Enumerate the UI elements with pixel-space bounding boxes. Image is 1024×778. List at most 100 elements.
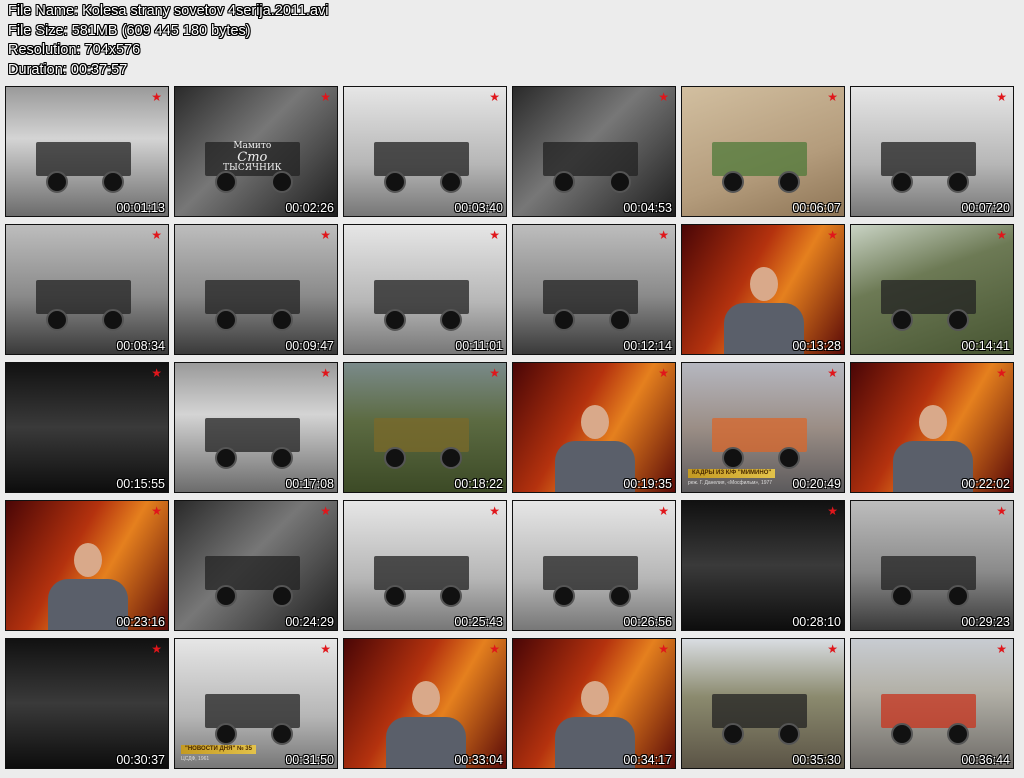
channel-star-icon: ★	[827, 228, 838, 242]
video-thumbnail[interactable]: ★ 00:04:53	[512, 86, 676, 217]
thumbnail-frame	[6, 501, 168, 630]
video-thumbnail[interactable]: ★ 00:22:02	[850, 362, 1014, 493]
video-thumbnail[interactable]: ★ 00:17:08	[174, 362, 338, 493]
channel-star-icon: ★	[658, 504, 669, 518]
thumbnail-timestamp: 00:31:50	[285, 753, 334, 767]
wheel-shape	[947, 309, 969, 331]
channel-star-icon: ★	[996, 90, 1007, 104]
thumbnail-frame	[175, 501, 337, 630]
wheel-shape	[609, 171, 631, 193]
wheel-shape	[46, 309, 68, 331]
thumbnail-timestamp: 00:29:23	[961, 615, 1010, 629]
video-thumbnail[interactable]: ★ 00:24:29	[174, 500, 338, 631]
thumbnail-frame	[175, 363, 337, 492]
video-thumbnail[interactable]: ★ 00:33:04	[343, 638, 507, 769]
video-thumbnail[interactable]: ★ 00:36:44	[850, 638, 1014, 769]
video-thumbnail[interactable]: ★ 00:25:43	[343, 500, 507, 631]
video-thumbnail[interactable]: ★ 00:30:37	[5, 638, 169, 769]
channel-star-icon: ★	[151, 642, 162, 656]
thumbnail-timestamp: 00:03:40	[454, 201, 503, 215]
thumbnail-timestamp: 00:13:28	[792, 339, 841, 353]
thumbnail-frame	[6, 225, 168, 354]
thumbnail-frame: Мамито Сто ТЫСЯЧНИК	[175, 87, 337, 216]
video-thumbnail[interactable]: ★ 00:15:55	[5, 362, 169, 493]
thumbnail-frame: "НОВОСТИ ДНЯ" № 35 ЦСДФ, 1961	[175, 639, 337, 768]
video-thumbnail[interactable]: Мамито Сто ТЫСЯЧНИК ★ 00:02:26	[174, 86, 338, 217]
thumbnail-frame	[513, 501, 675, 630]
channel-star-icon: ★	[320, 90, 331, 104]
video-thumbnail[interactable]: "НОВОСТИ ДНЯ" № 35 ЦСДФ, 1961 ★ 00:31:50	[174, 638, 338, 769]
thumbnail-frame: КАДРЫ ИЗ К/Ф "МИМИНО" реж. Г. Данелия, «М…	[682, 363, 844, 492]
thumbnail-frame	[682, 639, 844, 768]
interviewee-head	[581, 681, 609, 715]
channel-star-icon: ★	[996, 366, 1007, 380]
wheel-shape	[553, 585, 575, 607]
door-lettering-line: Сто	[237, 150, 268, 165]
video-thumbnail[interactable]: ★ 00:08:34	[5, 224, 169, 355]
wheel-shape	[271, 447, 293, 469]
thumbnail-frame	[513, 363, 675, 492]
video-thumbnail[interactable]: ★ 00:12:14	[512, 224, 676, 355]
channel-star-icon: ★	[151, 228, 162, 242]
channel-star-icon: ★	[489, 228, 500, 242]
video-thumbnail[interactable]: ★ 00:29:23	[850, 500, 1014, 631]
wheel-shape	[215, 171, 237, 193]
video-thumbnail[interactable]: ★ 00:13:28	[681, 224, 845, 355]
thumbnail-frame	[851, 225, 1013, 354]
video-thumbnail[interactable]: ★ 00:23:16	[5, 500, 169, 631]
video-thumbnail[interactable]: ★ 00:07:20	[850, 86, 1014, 217]
thumbnail-frame	[682, 501, 844, 630]
wheel-shape	[778, 171, 800, 193]
video-thumbnail[interactable]: ★ 00:28:10	[681, 500, 845, 631]
channel-star-icon: ★	[827, 366, 838, 380]
video-thumbnail[interactable]: ★ 00:35:30	[681, 638, 845, 769]
video-thumbnail[interactable]: ★ 00:09:47	[174, 224, 338, 355]
wheel-shape	[722, 723, 744, 745]
wheel-shape	[102, 171, 124, 193]
video-thumbnail[interactable]: ★ 00:19:35	[512, 362, 676, 493]
video-thumbnail[interactable]: ★ 00:26:56	[512, 500, 676, 631]
video-thumbnail[interactable]: ★ 00:01:13	[5, 86, 169, 217]
video-thumbnail[interactable]: ★ 00:18:22	[343, 362, 507, 493]
video-thumbnail[interactable]: ★ 00:11:01	[343, 224, 507, 355]
wheel-shape	[778, 723, 800, 745]
thumbnail-timestamp: 00:09:47	[285, 339, 334, 353]
channel-star-icon: ★	[151, 366, 162, 380]
video-thumbnail[interactable]: КАДРЫ ИЗ К/Ф "МИМИНО" реж. Г. Данелия, «М…	[681, 362, 845, 493]
thumbnail-frame	[344, 501, 506, 630]
channel-star-icon: ★	[151, 504, 162, 518]
thumbnail-frame	[513, 87, 675, 216]
wheel-shape	[440, 585, 462, 607]
channel-star-icon: ★	[320, 366, 331, 380]
thumbnail-timestamp: 00:02:26	[285, 201, 334, 215]
channel-star-icon: ★	[489, 642, 500, 656]
video-thumbnail[interactable]: ★ 00:14:41	[850, 224, 1014, 355]
resolution-line: Resolution: 704x576	[8, 42, 141, 58]
channel-star-icon: ★	[996, 642, 1007, 656]
video-thumbnail[interactable]: ★ 00:06:07	[681, 86, 845, 217]
thumbnail-timestamp: 00:36:44	[961, 753, 1010, 767]
interviewee-head	[74, 543, 102, 577]
thumbnail-timestamp: 00:22:02	[961, 477, 1010, 491]
on-screen-caption: "НОВОСТИ ДНЯ" № 35	[181, 745, 256, 754]
interviewee-head	[750, 267, 778, 301]
video-thumbnail[interactable]: ★ 00:03:40	[343, 86, 507, 217]
video-thumbnail[interactable]: ★ 00:34:17	[512, 638, 676, 769]
wheel-shape	[102, 309, 124, 331]
wheel-shape	[215, 447, 237, 469]
thumbnail-timestamp: 00:19:35	[623, 477, 672, 491]
thumbnail-timestamp: 00:34:17	[623, 753, 672, 767]
wheel-shape	[271, 171, 293, 193]
file-info-header: File Name: Kolesa strany sovetov 4serija…	[8, 2, 329, 80]
duration-line: Duration: 00:37:57	[8, 61, 128, 78]
channel-star-icon: ★	[658, 90, 669, 104]
thumbnail-timestamp: 00:28:10	[792, 615, 841, 629]
wheel-shape	[722, 447, 744, 469]
wheel-shape	[609, 309, 631, 331]
on-screen-caption-sub: ЦСДФ, 1961	[181, 756, 210, 762]
thumbnail-timestamp: 00:25:43	[454, 615, 503, 629]
thumbnail-timestamp: 00:11:01	[455, 339, 503, 353]
thumbnail-frame	[851, 639, 1013, 768]
wheel-shape	[553, 171, 575, 193]
file-name-line: File Name: Kolesa strany sovetov 4serija…	[8, 3, 329, 19]
